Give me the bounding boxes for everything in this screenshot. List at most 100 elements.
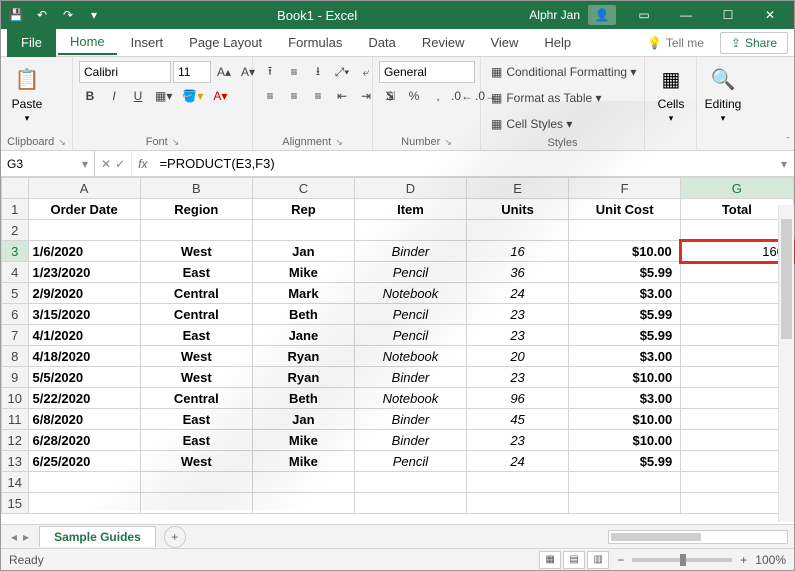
select-all-corner[interactable] <box>2 178 29 199</box>
cell-G8[interactable] <box>681 346 793 367</box>
row-header-13[interactable]: 13 <box>2 451 29 472</box>
cell-E4[interactable]: 36 <box>467 262 569 283</box>
row-header-12[interactable]: 12 <box>2 430 29 451</box>
cell-D9[interactable]: Binder <box>354 367 466 388</box>
cell-E9[interactable]: 23 <box>467 367 569 388</box>
cell-E3[interactable]: 16 <box>467 241 569 262</box>
cell-B14[interactable] <box>140 472 252 493</box>
tell-me-search[interactable]: 💡 Tell me <box>639 36 712 50</box>
cell-C5[interactable]: Mark <box>252 283 354 304</box>
cell-F15[interactable] <box>569 493 681 514</box>
qat-customize-button[interactable]: ▾ <box>83 4 105 26</box>
cell-F6[interactable]: $5.99 <box>569 304 681 325</box>
font-name-select[interactable] <box>79 61 171 83</box>
cell-A14[interactable] <box>28 472 140 493</box>
sheet-tab-active[interactable]: Sample Guides <box>39 526 156 547</box>
cell-F2[interactable] <box>569 220 681 241</box>
minimize-button[interactable]: — <box>666 1 706 29</box>
tab-view[interactable]: View <box>478 31 530 54</box>
cell-G5[interactable] <box>681 283 793 304</box>
cell-F4[interactable]: $5.99 <box>569 262 681 283</box>
cell-D10[interactable]: Notebook <box>354 388 466 409</box>
tab-formulas[interactable]: Formulas <box>276 31 354 54</box>
cell-C12[interactable]: Mike <box>252 430 354 451</box>
underline-button[interactable]: U <box>127 85 149 107</box>
name-box[interactable]: G3 ▾ <box>1 151 95 176</box>
cell-E14[interactable] <box>467 472 569 493</box>
cell-E13[interactable]: 24 <box>467 451 569 472</box>
row-header-6[interactable]: 6 <box>2 304 29 325</box>
cell-A5[interactable]: 2/9/2020 <box>28 283 140 304</box>
row-header-14[interactable]: 14 <box>2 472 29 493</box>
cell-F10[interactable]: $3.00 <box>569 388 681 409</box>
cell-B11[interactable]: East <box>140 409 252 430</box>
cell-F11[interactable]: $10.00 <box>569 409 681 430</box>
close-button[interactable]: ✕ <box>750 1 790 29</box>
font-launcher[interactable]: ↘ <box>172 137 180 148</box>
header-cell-B1[interactable]: Region <box>140 199 252 220</box>
cell-C11[interactable]: Jan <box>252 409 354 430</box>
cell-C6[interactable]: Beth <box>252 304 354 325</box>
cell-F7[interactable]: $5.99 <box>569 325 681 346</box>
save-button[interactable]: 💾 <box>5 4 27 26</box>
format-as-table-button[interactable]: ▦Format as Table ▾ <box>487 87 643 109</box>
cell-A10[interactable]: 5/22/2020 <box>28 388 140 409</box>
cell-C2[interactable] <box>252 220 354 241</box>
normal-view-button[interactable]: ▦ <box>539 551 561 569</box>
cell-A8[interactable]: 4/18/2020 <box>28 346 140 367</box>
col-header-G[interactable]: G <box>681 178 793 199</box>
clipboard-launcher[interactable]: ↘ <box>58 137 66 148</box>
col-header-A[interactable]: A <box>28 178 140 199</box>
row-header-3[interactable]: 3 <box>2 241 29 262</box>
cell-B7[interactable]: East <box>140 325 252 346</box>
cell-C8[interactable]: Ryan <box>252 346 354 367</box>
cell-C4[interactable]: Mike <box>252 262 354 283</box>
tab-insert[interactable]: Insert <box>119 31 176 54</box>
header-cell-D1[interactable]: Item <box>354 199 466 220</box>
cell-B2[interactable] <box>140 220 252 241</box>
page-break-view-button[interactable]: ▥ <box>587 551 609 569</box>
row-header-5[interactable]: 5 <box>2 283 29 304</box>
formula-expand-button[interactable]: ▾ <box>774 157 794 171</box>
undo-button[interactable]: ↶ <box>31 4 53 26</box>
decrease-indent-button[interactable]: ⇤ <box>331 85 353 107</box>
cell-F9[interactable]: $10.00 <box>569 367 681 388</box>
align-left-button[interactable]: ≡ <box>259 85 281 107</box>
align-top-button[interactable]: ⭱ <box>259 61 281 83</box>
cell-D4[interactable]: Pencil <box>354 262 466 283</box>
row-header-10[interactable]: 10 <box>2 388 29 409</box>
align-right-button[interactable]: ≡ <box>307 85 329 107</box>
redo-button[interactable]: ↷ <box>57 4 79 26</box>
cell-G10[interactable] <box>681 388 793 409</box>
cell-G11[interactable] <box>681 409 793 430</box>
increase-decimal-button[interactable]: .0← <box>451 85 473 107</box>
col-header-C[interactable]: C <box>252 178 354 199</box>
row-header-11[interactable]: 11 <box>2 409 29 430</box>
alignment-launcher[interactable]: ↘ <box>335 137 343 148</box>
col-header-E[interactable]: E <box>467 178 569 199</box>
cell-D7[interactable]: Pencil <box>354 325 466 346</box>
cell-G14[interactable] <box>681 472 793 493</box>
cell-C3[interactable]: Jan <box>252 241 354 262</box>
cell-A4[interactable]: 1/23/2020 <box>28 262 140 283</box>
cell-E2[interactable] <box>467 220 569 241</box>
new-sheet-button[interactable]: + <box>164 526 186 548</box>
cell-B9[interactable]: West <box>140 367 252 388</box>
cell-D2[interactable] <box>354 220 466 241</box>
cancel-formula-button[interactable]: ✕ <box>101 157 111 171</box>
cell-G6[interactable] <box>681 304 793 325</box>
cell-B3[interactable]: West <box>140 241 252 262</box>
header-cell-A1[interactable]: Order Date <box>28 199 140 220</box>
cell-F12[interactable]: $10.00 <box>569 430 681 451</box>
cell-D12[interactable]: Binder <box>354 430 466 451</box>
collapse-ribbon-button[interactable]: ˆ <box>786 136 790 148</box>
cell-C13[interactable]: Mike <box>252 451 354 472</box>
cell-B13[interactable]: West <box>140 451 252 472</box>
cell-D14[interactable] <box>354 472 466 493</box>
header-cell-F1[interactable]: Unit Cost <box>569 199 681 220</box>
percent-button[interactable]: % <box>403 85 425 107</box>
zoom-in-button[interactable]: + <box>740 553 747 567</box>
cell-E12[interactable]: 23 <box>467 430 569 451</box>
horizontal-scrollbar[interactable] <box>186 530 794 544</box>
cell-E15[interactable] <box>467 493 569 514</box>
